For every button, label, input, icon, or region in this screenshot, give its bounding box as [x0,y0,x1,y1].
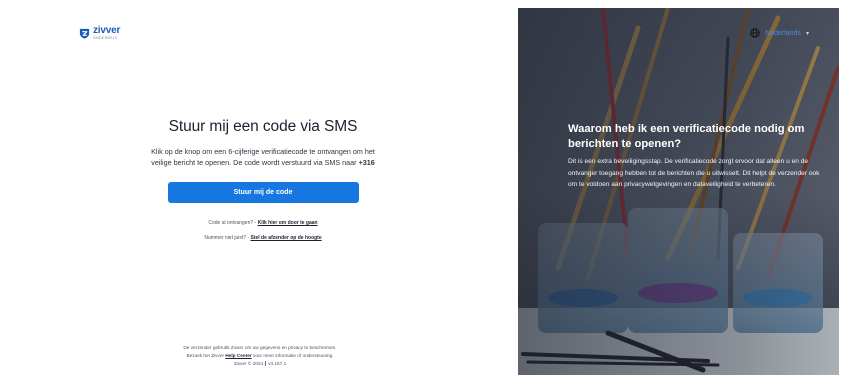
info-body: Dit is een extra beveiligingsstap. De ve… [568,158,820,189]
page-title: Stuur mij een code via SMS [168,118,358,135]
send-code-button[interactable]: Stuur mij de code [167,182,359,203]
globe-icon [750,28,760,38]
logo-name: zivver [93,25,121,36]
info-panel: Nederlands ▾ Waarom heb ik een verificat… [518,8,839,375]
language-label: Nederlands [765,29,801,37]
verification-info: Waarom heb ik een verificatiecode nodig … [568,122,820,191]
chevron-down-icon: ▾ [805,30,809,37]
footer-privacy-line: De verzender gebruikt Zivver om uw gegev… [183,345,337,350]
continue-link[interactable]: Klik hier om door te gaan [258,220,318,226]
zivver-shield-icon [79,28,90,39]
photo-overlay [518,8,839,375]
code-received-text: Code al ontvangen? [208,220,254,226]
footer-help-line: Bezoek het Zivver Help Center voor meer … [150,352,370,360]
wrong-number-line: Nummer niet juist? - Stel de afzender op… [204,235,322,241]
instructions-text: Klik op de knop om een 6-cijferige verif… [143,146,383,168]
notify-sender-link[interactable]: Stel de afzender op de hoogte [251,235,322,241]
phone-number: +316 [358,158,375,167]
logo-subtitle: ONDERWIJS [93,36,118,40]
footer-version-line: Zivver © 2024 v3.157.1 [150,360,370,368]
footer: De verzender gebruikt Zivver om uw gegev… [150,344,370,368]
login-panel: zivver ONDERWIJS Stuur mij een code via … [0,0,518,378]
copyright: Zivver © 2024 [233,361,264,366]
language-selector[interactable]: Nederlands ▾ [750,28,809,38]
footer-separator [265,361,266,367]
logo-text: zivver ONDERWIJS [93,26,120,41]
help-center-link[interactable]: Help Center [225,353,251,358]
footer-help-before: Bezoek het Zivver [186,353,225,358]
code-received-line: Code al ontvangen? - Klik hier om door t… [208,220,318,226]
zivver-logo: zivver ONDERWIJS [79,26,120,41]
footer-help-after: voor meer informatie of ondersteuning. [252,353,334,358]
wrong-number-text: Nummer niet juist? [204,235,247,241]
instructions-body: Klik op de knop om een 6-cijferige verif… [151,147,375,167]
app-version: v3.157.1 [268,361,287,366]
info-title: Waarom heb ik een verificatiecode nodig … [568,123,805,150]
sms-code-form: Stuur mij een code via SMS Klik op de kn… [143,118,383,242]
